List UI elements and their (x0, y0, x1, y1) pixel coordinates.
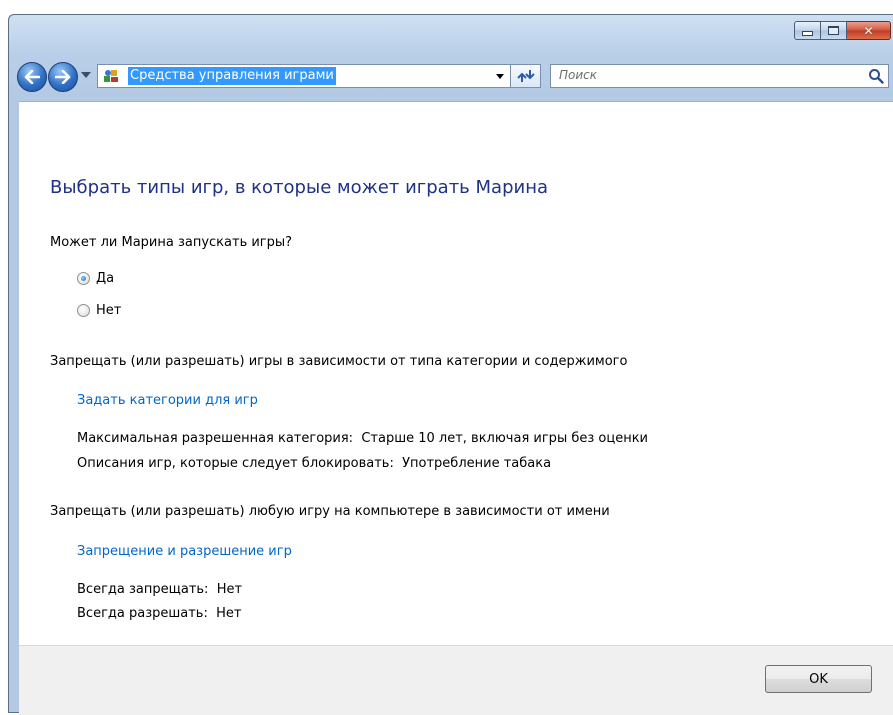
recent-pages-chevron-down-icon[interactable] (81, 72, 91, 78)
back-arrow-icon (24, 70, 40, 84)
max-rating-label: Максимальная разрешенная категория: (77, 431, 354, 446)
address-bar[interactable]: Средства управления играми (97, 64, 511, 88)
always-block-value: Нет (216, 582, 243, 597)
address-dropdown-chevron-down-icon[interactable] (496, 74, 504, 79)
search-box[interactable]: Поиск (550, 64, 889, 88)
blocked-descriptions-row: Описания игр, которые следует блокироват… (77, 456, 551, 471)
caption-buttons: ✕ (794, 21, 891, 40)
radio-no-label[interactable]: Нет (96, 303, 121, 318)
window: ✕ Средства управления играми Поиск Выбра… (8, 14, 893, 715)
radio-yes[interactable]: Да (77, 271, 114, 286)
content-pane: Выбрать типы игр, в которые может играть… (19, 101, 893, 645)
radio-selected-dot (81, 276, 86, 281)
title-bar[interactable]: ✕ (9, 15, 893, 55)
refresh-icon (516, 70, 535, 82)
control-panel-icon (104, 70, 118, 82)
set-game-ratings-link[interactable]: Задать категории для игр (77, 393, 258, 408)
always-allow-label: Всегда разрешать: (77, 606, 208, 621)
blocked-descriptions-label: Описания игр, которые следует блокироват… (77, 456, 394, 471)
footer-bar: OK (19, 645, 893, 715)
radio-yes-button[interactable] (77, 272, 90, 285)
always-block-row: Всегда запрещать: Нет (77, 582, 242, 597)
always-allow-value: Нет (216, 606, 242, 621)
address-text[interactable]: Средства управления играми (128, 67, 336, 85)
radio-no[interactable]: Нет (77, 303, 121, 318)
always-allow-row: Всегда разрешать: Нет (77, 606, 241, 621)
forward-arrow-icon (55, 70, 71, 84)
block-allow-games-link[interactable]: Запрещение и разрешение игр (77, 544, 292, 559)
minimize-icon (802, 31, 813, 36)
search-icon[interactable] (868, 68, 884, 84)
page-title: Выбрать типы игр, в которые может играть… (50, 177, 548, 198)
max-rating-value: Старше 10 лет, включая игры без оценки (361, 431, 648, 446)
navigation-bar: Средства управления играми Поиск (9, 60, 893, 94)
radio-yes-label[interactable]: Да (96, 271, 114, 286)
minimize-button[interactable] (794, 21, 821, 40)
refresh-button[interactable] (511, 64, 541, 88)
maximize-icon (828, 26, 839, 35)
blocked-descriptions-value: Употребление табака (402, 456, 552, 471)
ok-button[interactable]: OK (765, 665, 872, 693)
radio-no-button[interactable] (77, 304, 90, 317)
max-rating-row: Максимальная разрешенная категория: Стар… (77, 431, 648, 446)
always-block-label: Всегда запрещать: (77, 582, 209, 597)
category-section-heading: Запрещать (или разрешать) игры в зависим… (50, 354, 628, 369)
maximize-button[interactable] (821, 21, 847, 40)
forward-button[interactable] (48, 62, 78, 92)
play-question: Может ли Марина запускать игры? (50, 235, 293, 250)
name-section-heading: Запрещать (или разрешать) любую игру на … (50, 504, 610, 519)
back-button[interactable] (17, 62, 47, 92)
close-button[interactable]: ✕ (847, 21, 891, 40)
close-icon: ✕ (863, 23, 874, 38)
search-placeholder[interactable]: Поиск (559, 68, 597, 82)
